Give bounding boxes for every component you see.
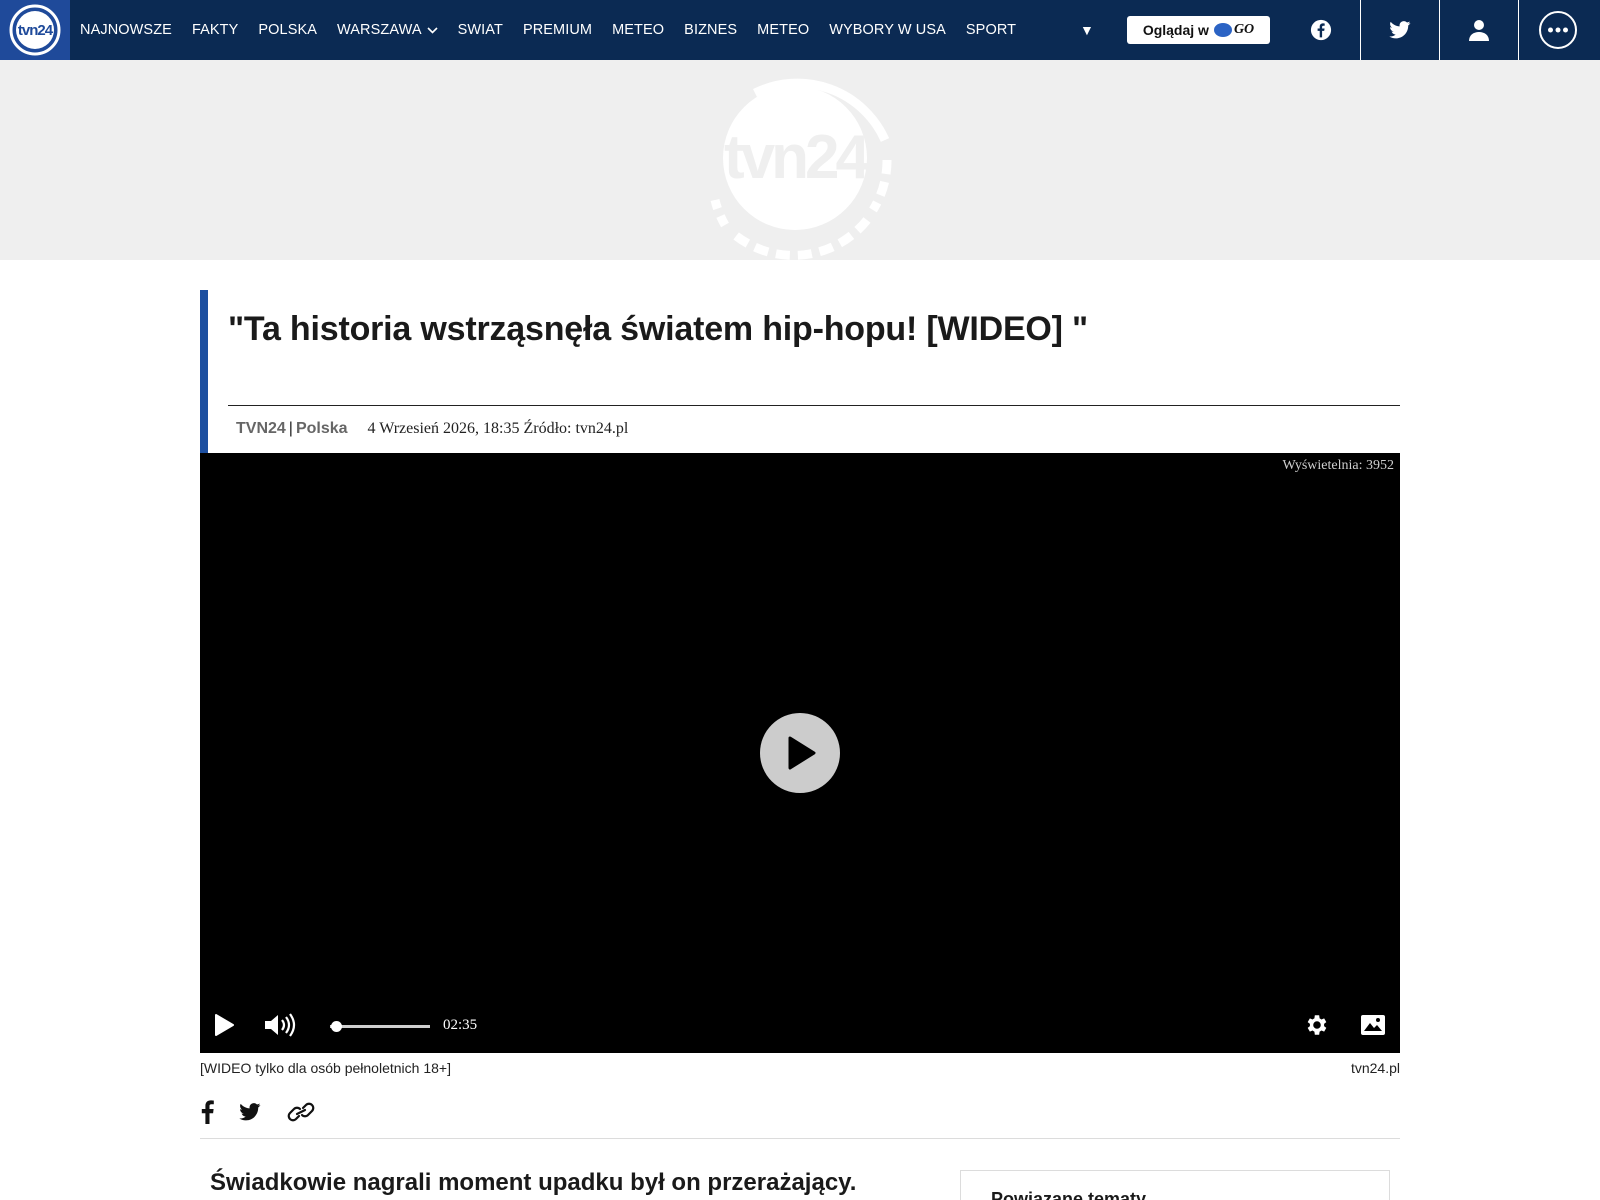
tvn24-logo[interactable]: tvn24 <box>0 0 70 60</box>
nav-item-swiat[interactable]: SWIAT <box>448 0 513 60</box>
nav-more-dropdown[interactable]: ▼ <box>1080 22 1094 38</box>
top-navigation-bar: tvn24 NAJNOWSZE FAKTY POLSKA WARSZAWA SW… <box>0 0 1600 60</box>
picture-in-picture-button[interactable] <box>1358 1011 1388 1039</box>
chevron-down-icon <box>427 0 438 60</box>
nav-item-meteo-2[interactable]: METEO <box>747 0 819 60</box>
seek-bar[interactable] <box>330 1021 430 1032</box>
mute-button[interactable] <box>262 1011 298 1039</box>
article-meta: TVN24 | Polska 4 Wrzesień 2026, 18:35 Źr… <box>236 420 628 438</box>
view-count: Wyświetelnia: 3952 <box>1282 458 1394 473</box>
article-header: "Ta historia wstrząsnęła światem hip-hop… <box>200 290 1400 453</box>
content-divider <box>200 1138 1400 1139</box>
tvn24-banner-logo: tvn24 <box>710 78 892 260</box>
copy-link-button[interactable] <box>286 1098 316 1126</box>
facebook-icon <box>1310 19 1331 41</box>
source-brand[interactable]: TVN24 <box>236 420 286 438</box>
article-title: "Ta historia wstrząsnęła światem hip-hop… <box>228 310 1088 348</box>
twitter-icon <box>1389 21 1411 39</box>
nav-item-premium[interactable]: PREMIUM <box>513 0 602 60</box>
category-link[interactable]: Polska <box>296 420 348 438</box>
play-icon <box>215 1014 234 1036</box>
play-toggle-button[interactable] <box>210 1011 238 1039</box>
user-icon <box>1469 20 1489 41</box>
article-lead: Świadkowie nagrali moment upadku był on … <box>210 1169 857 1200</box>
facebook-icon <box>201 1100 214 1124</box>
tvn24-logo-icon: tvn24 <box>9 4 61 56</box>
twitter-link[interactable] <box>1360 0 1439 60</box>
gear-icon <box>1307 1015 1327 1035</box>
volume-icon <box>265 1013 296 1037</box>
big-play-button[interactable] <box>760 713 840 793</box>
nav-item-najnowsze[interactable]: NAJNOWSZE <box>70 0 182 60</box>
video-duration: 02:35 <box>443 1017 478 1033</box>
nav-item-wybory-w-usa[interactable]: WYBORY W USA <box>819 0 956 60</box>
facebook-link[interactable] <box>1281 0 1360 60</box>
share-twitter-button[interactable] <box>238 1098 262 1126</box>
seek-handle[interactable] <box>331 1021 342 1032</box>
watch-tvn24go-button[interactable]: Oglądaj w GO <box>1127 16 1270 44</box>
tvn24go-logo: GO <box>1213 22 1254 38</box>
link-icon <box>287 1102 315 1122</box>
meta-separator: | <box>288 420 293 437</box>
title-divider <box>228 405 1400 406</box>
publish-dateline: 4 Wrzesień 2026, 18:35 Źródło: tvn24.pl <box>367 420 629 437</box>
video-player[interactable]: Wyświetelnia: 3952 02:35 <box>200 453 1400 1053</box>
nav-item-meteo[interactable]: METEO <box>602 0 674 60</box>
more-icon <box>1539 11 1577 49</box>
more-menu-button[interactable] <box>1518 0 1597 60</box>
nav-item-polska[interactable]: POLSKA <box>248 0 327 60</box>
video-caption-row: [WIDEO tylko dla osób pełnoletnich 18+] … <box>200 1060 1400 1076</box>
svg-text:tvn24: tvn24 <box>724 123 870 192</box>
nav-item-warszawa[interactable]: WARSZAWA <box>327 0 448 60</box>
article: "Ta historia wstrząsnęła światem hip-hop… <box>200 290 1400 1200</box>
nav-item-warszawa-label: WARSZAWA <box>337 21 422 38</box>
play-icon <box>788 736 816 770</box>
watch-button-label: Oglądaj w <box>1142 22 1209 38</box>
svg-text:tvn24: tvn24 <box>18 22 54 39</box>
account-link[interactable] <box>1439 0 1518 60</box>
twitter-icon <box>239 1103 261 1121</box>
nav-item-fakty[interactable]: FAKTY <box>182 0 248 60</box>
tvn24go-dot-icon <box>1213 23 1232 37</box>
related-topics-box: Powiązane tematy <box>960 1170 1390 1200</box>
nav-item-sport[interactable]: SPORT <box>956 0 1026 60</box>
video-source: tvn24.pl <box>1350 1060 1400 1076</box>
share-facebook-button[interactable] <box>200 1098 214 1126</box>
settings-button[interactable] <box>1303 1011 1331 1039</box>
nav-item-biznes[interactable]: BIZNES <box>674 0 747 60</box>
video-caption: [WIDEO tylko dla osób pełnoletnich 18+] <box>200 1060 451 1076</box>
header-banner: tvn24 <box>0 60 1600 260</box>
share-bar <box>200 1098 316 1126</box>
related-topics-title: Powiązane tematy <box>991 1189 1147 1200</box>
player-controls: 02:35 <box>200 997 1400 1053</box>
main-menu: NAJNOWSZE FAKTY POLSKA WARSZAWA SWIAT PR… <box>70 0 1026 60</box>
image-icon <box>1361 1015 1385 1035</box>
